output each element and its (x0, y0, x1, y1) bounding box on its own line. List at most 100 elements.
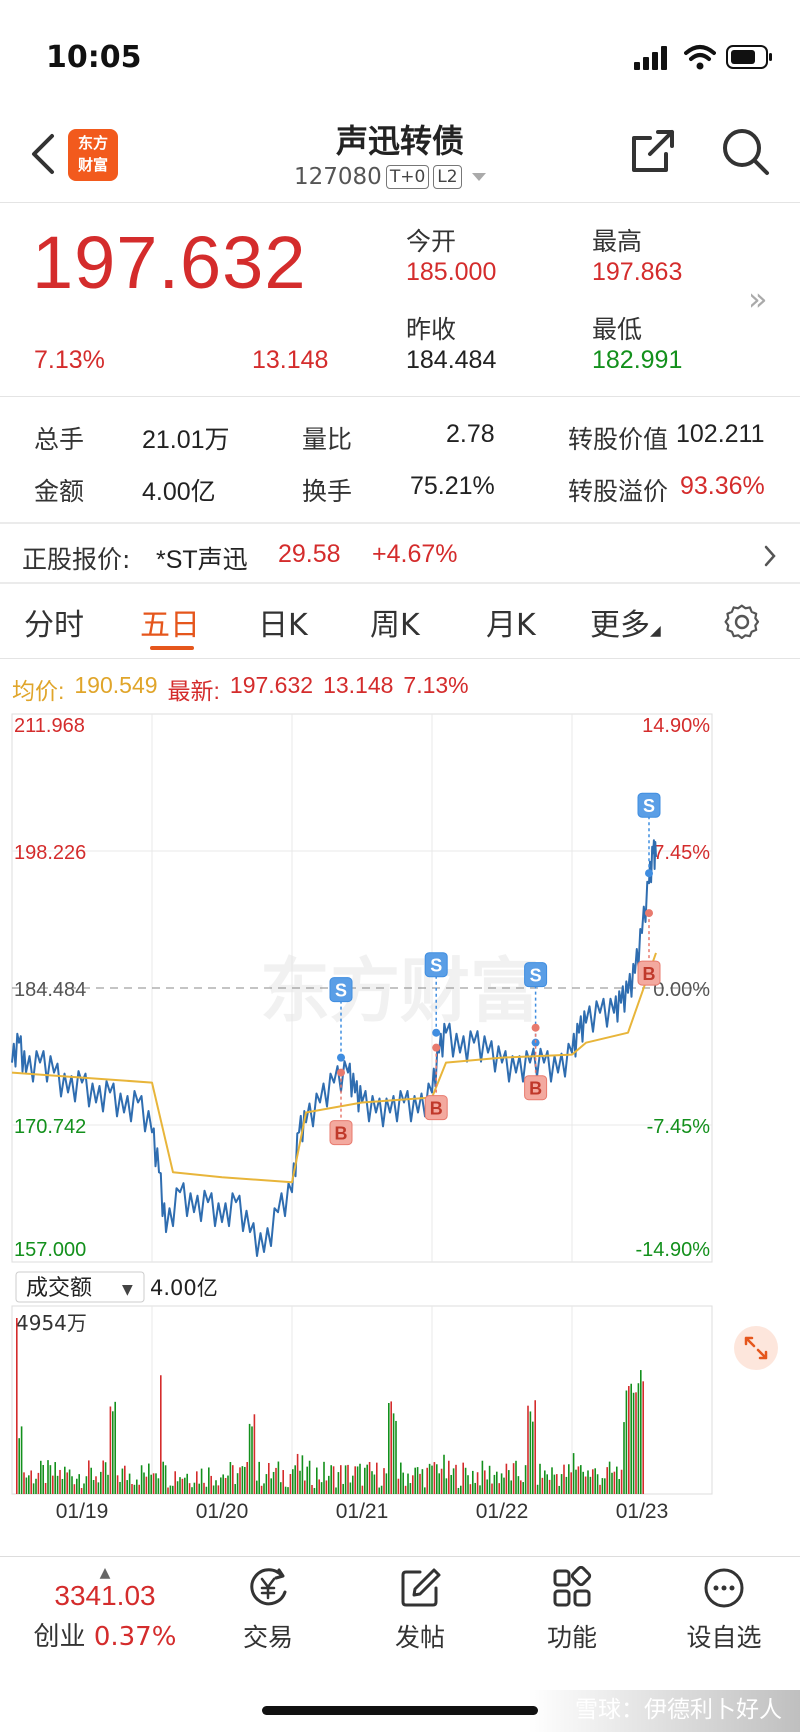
volume-bar (582, 1471, 584, 1494)
index-widget[interactable]: ▲ 3341.03 创业 0.37% (20, 1566, 190, 1653)
conv-value-label: 转股价值 (568, 425, 669, 454)
volume-bar (112, 1411, 114, 1494)
volume-bar (436, 1464, 438, 1494)
volume-bar (522, 1482, 524, 1494)
volume-bar (632, 1392, 635, 1494)
volume-bar (188, 1483, 191, 1494)
turnover-value: 75.21% (410, 472, 495, 500)
sell-badge-label: S (530, 966, 542, 986)
function-grid-icon (553, 1565, 592, 1607)
status-time: 10:05 (46, 40, 142, 75)
volume-bar (282, 1470, 284, 1494)
volume-bar (613, 1471, 616, 1494)
volume-bar (126, 1480, 128, 1494)
volume-bar (275, 1467, 277, 1494)
post-button[interactable]: 发帖 (360, 1566, 480, 1654)
page-title: 声迅转债 (335, 122, 464, 160)
sell-badge-label: S (430, 956, 442, 976)
search-icon[interactable] (720, 126, 772, 178)
tab-intraday[interactable]: 分时 (24, 600, 84, 644)
buy-badge-label: B (335, 1124, 348, 1144)
volume-bar (210, 1475, 212, 1494)
volume-bar (229, 1462, 232, 1494)
l2-tag: L2 (433, 165, 462, 189)
volume-bar (527, 1405, 529, 1494)
volume-bar (167, 1487, 169, 1494)
volume-bar (448, 1460, 450, 1494)
volume-bar (287, 1487, 289, 1494)
volume-bar (352, 1475, 354, 1494)
price-line (11, 839, 657, 1257)
sell-point (337, 1053, 345, 1062)
tab-more[interactable]: 更多◢ (590, 600, 661, 644)
volume-bar (476, 1472, 479, 1494)
volume-bar (239, 1467, 241, 1494)
function-button[interactable]: 功能 (512, 1565, 632, 1654)
volume-bar (66, 1472, 68, 1494)
volume-bar (560, 1474, 563, 1494)
share-icon[interactable] (628, 126, 678, 176)
divider (0, 202, 800, 203)
volume-bar (49, 1465, 52, 1494)
volume-bar (342, 1483, 344, 1494)
volume-bar (56, 1475, 59, 1494)
y-axis-label-left: 157.000 (14, 1239, 86, 1261)
volume-bar (373, 1474, 376, 1494)
volume-bar (301, 1455, 304, 1494)
volume-bar (232, 1465, 234, 1494)
volume-bar (378, 1487, 380, 1494)
trade-yen-icon (250, 1568, 287, 1606)
volume-bar (404, 1485, 407, 1494)
turnover-label: 换手 (302, 477, 353, 506)
divider (0, 396, 800, 397)
volume-bar (114, 1401, 116, 1494)
volume-bar (61, 1478, 64, 1494)
volume-bar (577, 1466, 580, 1494)
security-code-line[interactable]: 127080 T+0 L2 (294, 164, 486, 190)
volume-bar (133, 1484, 136, 1494)
volume-bar (640, 1370, 642, 1494)
volume-bar (596, 1474, 599, 1494)
add-watchlist-button[interactable]: 设自选 (664, 1566, 784, 1654)
tab-five-day[interactable]: 五日 (140, 600, 200, 644)
trade-button[interactable]: 交易 (208, 1566, 328, 1654)
volume-bar (361, 1485, 364, 1494)
conv-premium-value: 93.36% (680, 472, 765, 500)
tab-daily-k[interactable]: 日K (258, 600, 308, 644)
battery-icon (726, 45, 772, 69)
volume-bar (452, 1468, 455, 1494)
status-bar: 10:05 (0, 0, 800, 110)
volume-bar (215, 1480, 217, 1494)
active-tab-indicator (150, 646, 194, 650)
expand-quote-icon[interactable]: » (748, 280, 768, 318)
date-label: 01/23 (616, 1500, 669, 1523)
volume-bar (445, 1478, 448, 1494)
volume-bar (335, 1487, 337, 1494)
volume-bar (349, 1482, 352, 1494)
y-axis-label-right: 7.45% (653, 842, 710, 864)
volume-bar (176, 1481, 179, 1494)
gear-icon[interactable] (722, 602, 762, 642)
volume-bar (318, 1479, 320, 1494)
volume-bar (440, 1468, 443, 1494)
volume-bar (203, 1482, 205, 1494)
five-day-chart[interactable]: 东方财富 211.968 14.90% 198.226 7.45% 184.484 0.00… (0, 700, 800, 1540)
volume-bar (469, 1484, 472, 1494)
volume-value: 21.01万 (142, 426, 230, 454)
tab-monthly-k[interactable]: 月K (486, 600, 536, 644)
low-label: 最低 (592, 315, 643, 344)
amount-value: 4.00亿 (142, 478, 216, 506)
volume-bar (450, 1474, 452, 1494)
underlying-stock-row[interactable]: 正股报价: *ST声迅 29.58 +4.67% (0, 526, 800, 582)
volume-bar (460, 1485, 462, 1494)
volume-bar (186, 1473, 188, 1494)
volume-bar (344, 1465, 347, 1494)
tab-weekly-k[interactable]: 周K (370, 600, 420, 644)
change-percent: 7.13% (34, 346, 105, 374)
high-label: 最高 (592, 227, 643, 256)
wifi-icon (684, 45, 716, 70)
sell-badge-label: S (335, 981, 347, 1001)
volume-bar (35, 1478, 37, 1494)
volume-bar (628, 1386, 630, 1494)
volume-bar (539, 1463, 541, 1494)
